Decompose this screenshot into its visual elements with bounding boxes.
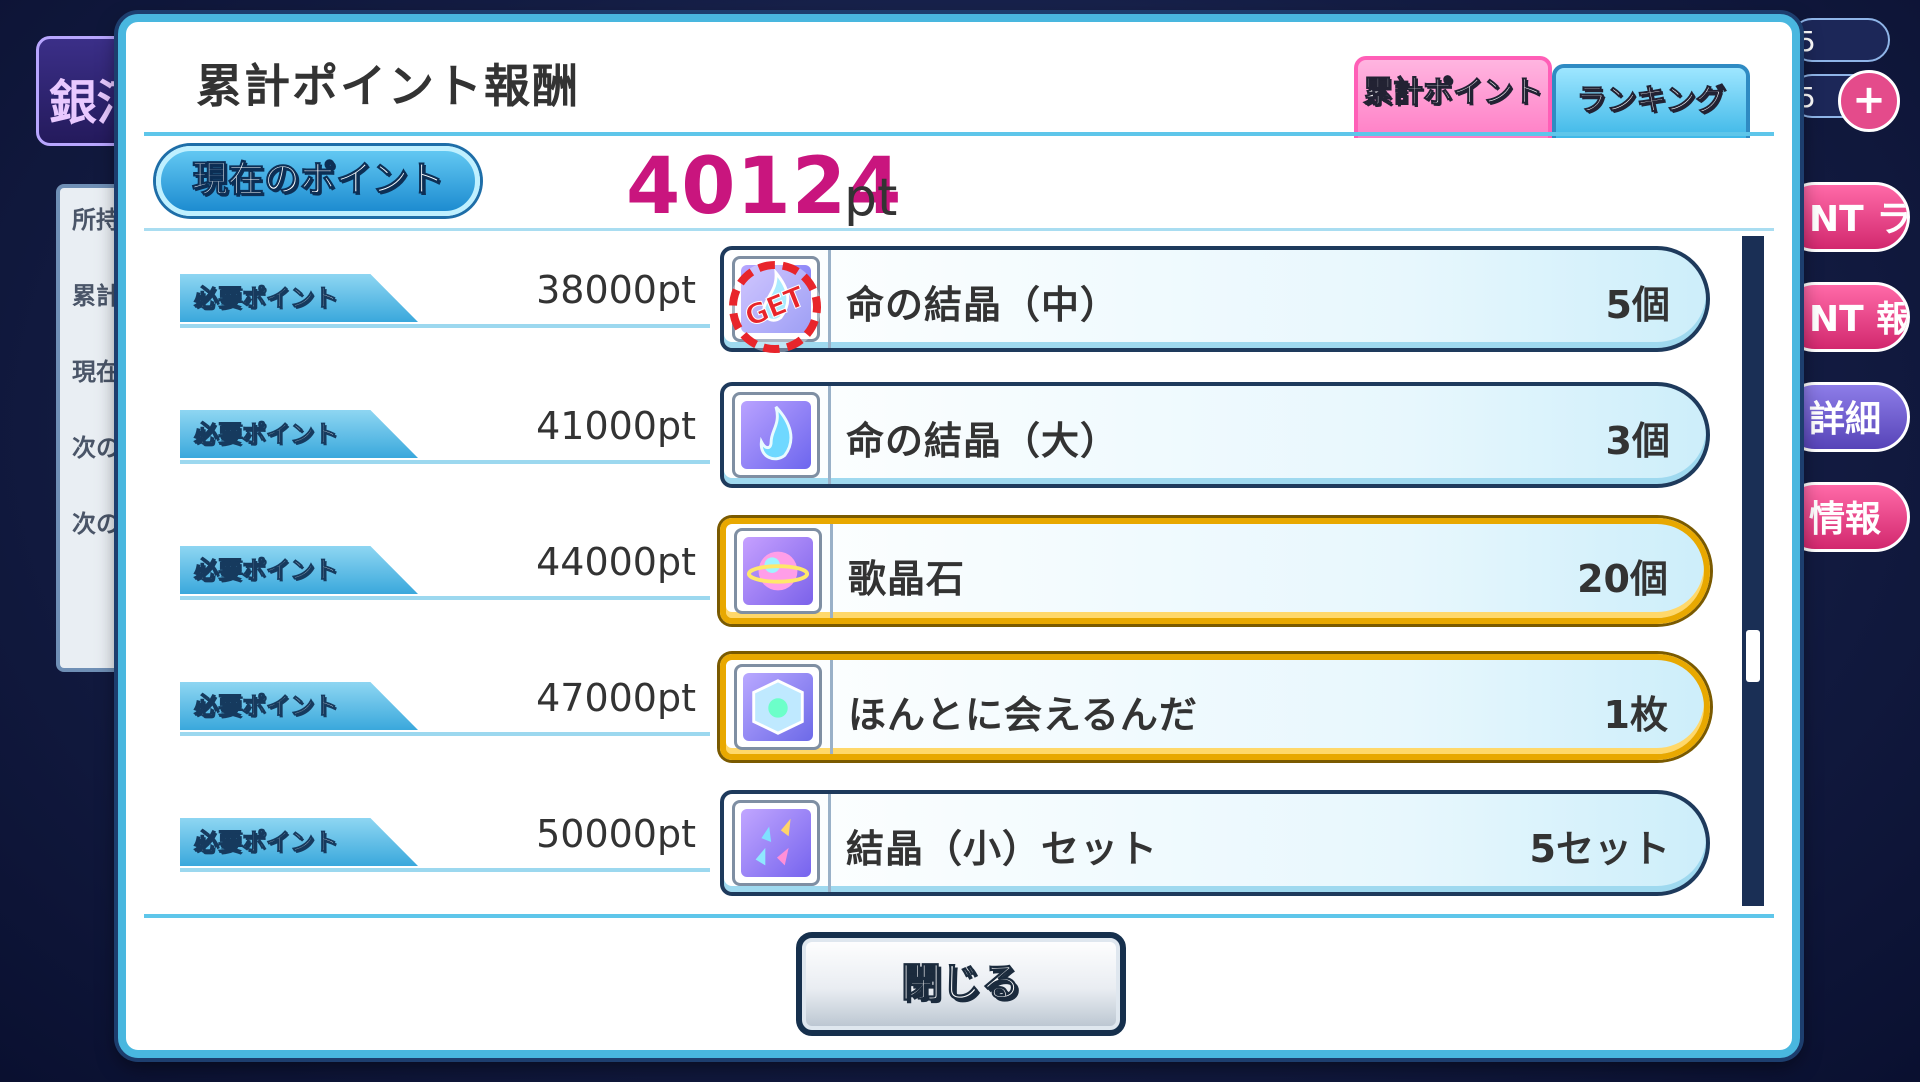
reward-icon-frame <box>734 664 822 750</box>
reward-quantity: 20個 <box>1577 557 1668 601</box>
reward-row: 必要ポイント 47000pt ほんとに会えるんだ 1枚 <box>126 644 1726 764</box>
blue-flame-crystal-icon <box>741 401 811 469</box>
tab-ranking[interactable]: ランキング <box>1552 64 1750 138</box>
reward-list[interactable]: 必要ポイント 38000pt GET 命の結晶（中） 5個 必要ポイント 410… <box>126 236 1726 916</box>
row-underline <box>180 324 710 328</box>
reward-row: 必要ポイント 44000pt 歌晶石 20個 <box>126 508 1726 628</box>
background-counter: 5 <box>1790 18 1890 62</box>
card-divider <box>828 386 831 484</box>
tab-cumulative-points[interactable]: 累計ポイント <box>1354 56 1552 138</box>
reward-icon-frame <box>732 800 820 886</box>
add-currency-button[interactable]: + <box>1838 70 1900 132</box>
required-points-tag: 必要ポイント <box>180 274 418 322</box>
reward-name: 結晶（小）セット <box>846 827 1159 871</box>
row-underline <box>180 732 710 736</box>
card-cube-icon <box>743 673 813 741</box>
required-points-value: 50000pt <box>536 812 696 856</box>
reward-card[interactable]: GET 命の結晶（中） 5個 <box>715 246 1710 367</box>
crystal-set-icon <box>741 809 811 877</box>
close-button[interactable]: 閉じる <box>796 932 1126 1036</box>
reward-row: 必要ポイント 41000pt 命の結晶（大） 3個 <box>126 372 1726 492</box>
reward-name: ほんとに会えるんだ <box>848 693 1198 737</box>
required-points-value: 38000pt <box>536 268 696 312</box>
row-underline <box>180 868 710 872</box>
reward-row: 必要ポイント 38000pt GET 命の結晶（中） 5個 <box>126 236 1726 367</box>
card-divider <box>828 794 831 892</box>
required-points-tag: 必要ポイント <box>180 410 418 458</box>
divider <box>144 914 1774 918</box>
reward-name: 歌晶石 <box>848 557 966 601</box>
reward-name: 命の結晶（中） <box>846 283 1120 327</box>
required-points-value: 47000pt <box>536 676 696 720</box>
card-divider <box>830 660 833 754</box>
row-underline <box>180 460 710 464</box>
reward-card[interactable]: 結晶（小）セット 5セット <box>720 790 1710 896</box>
reward-quantity: 5個 <box>1605 283 1670 327</box>
reward-quantity: 3個 <box>1605 419 1670 463</box>
reward-name: 命の結晶（大） <box>846 419 1120 463</box>
card-divider <box>828 250 831 348</box>
required-points-value: 44000pt <box>536 540 696 584</box>
reward-quantity: 5セット <box>1529 827 1670 871</box>
dialog-title: 累計ポイント報酬 <box>196 59 580 113</box>
reward-list-scrollbar[interactable] <box>1742 236 1764 906</box>
current-points-unit: pt <box>844 168 898 228</box>
reward-card[interactable]: 命の結晶（大） 3個 <box>720 382 1710 488</box>
current-points-label: 現在のポイント <box>156 146 480 216</box>
reward-icon-frame: GET <box>715 247 835 367</box>
required-points-tag: 必要ポイント <box>180 818 418 866</box>
divider <box>144 228 1774 231</box>
reward-card-highlighted[interactable]: ほんとに会えるんだ 1枚 <box>720 654 1710 760</box>
required-points-value: 41000pt <box>536 404 696 448</box>
rainbow-planet-gem-icon <box>743 537 813 605</box>
get-stamp-icon: GET <box>715 247 835 367</box>
reward-row: 必要ポイント 50000pt 結晶（小）セット 5セット <box>126 780 1726 900</box>
required-points-tag: 必要ポイント <box>180 546 418 594</box>
scrollbar-thumb[interactable] <box>1746 630 1760 682</box>
reward-card-highlighted[interactable]: 歌晶石 20個 <box>720 518 1710 624</box>
reward-icon-frame <box>734 528 822 614</box>
cumulative-points-reward-dialog: 累計ポイント報酬 累計ポイント ランキング 現在のポイント 40124 pt 必… <box>118 14 1800 1058</box>
reward-icon-frame <box>732 392 820 478</box>
required-points-tag: 必要ポイント <box>180 682 418 730</box>
row-underline <box>180 596 710 600</box>
reward-quantity: 1枚 <box>1603 693 1668 737</box>
card-divider <box>830 524 833 618</box>
divider <box>144 132 1774 136</box>
tab-bar: 累計ポイント ランキング <box>1354 56 1750 138</box>
